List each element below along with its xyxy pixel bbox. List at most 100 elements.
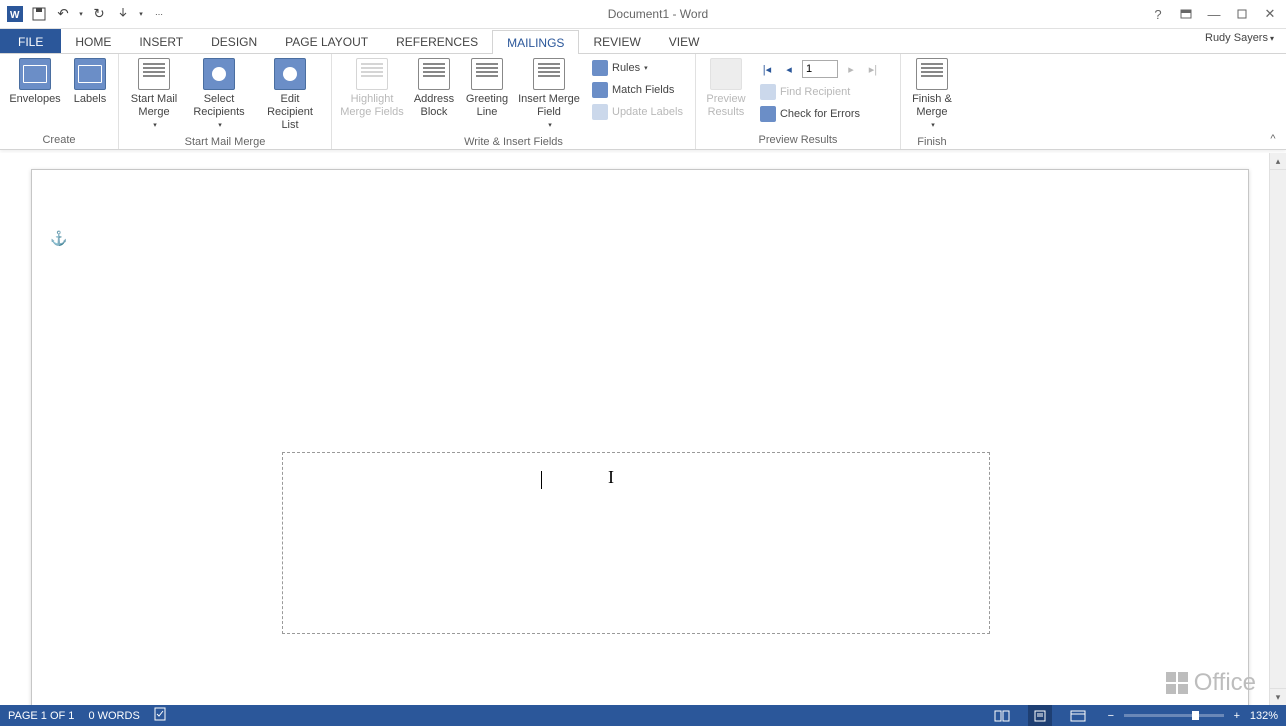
edit-recipient-list-button[interactable]: Edit Recipient List <box>255 56 325 134</box>
check-errors-icon <box>760 106 776 122</box>
highlight-label: Highlight Merge Fields <box>340 93 404 119</box>
address-block-label: Address Block <box>414 93 454 119</box>
chevron-down-icon: ▾ <box>218 119 222 132</box>
undo-icon[interactable]: ↶ <box>52 3 74 25</box>
start-mail-merge-label: Start Mail Merge <box>131 93 177 119</box>
text-cursor <box>541 471 542 489</box>
envelopes-button[interactable]: Envelopes <box>6 56 64 108</box>
rules-label: Rules <box>612 62 640 74</box>
labels-label: Labels <box>74 93 106 106</box>
maximize-icon[interactable] <box>1230 4 1254 24</box>
document-area: ⚓ I ▴ ▾ Office <box>0 153 1286 705</box>
vertical-scrollbar[interactable]: ▴ ▾ <box>1269 153 1286 705</box>
title-bar: W ↶ ▾ ↻ ▾ ⋯ Document1 - Word ? — ✕ <box>0 0 1286 29</box>
word-app-icon[interactable]: W <box>4 3 26 25</box>
group-finish: Finish & Merge▾ Finish <box>901 54 963 149</box>
chevron-down-icon: ▾ <box>153 119 157 132</box>
group-finish-label: Finish <box>907 134 957 151</box>
redo-icon[interactable]: ↻ <box>88 3 110 25</box>
status-bar: PAGE 1 OF 1 0 WORDS − + 132% <box>0 705 1286 726</box>
chevron-down-icon: ▾ <box>931 119 935 132</box>
ribbon-display-icon[interactable] <box>1174 4 1198 24</box>
web-layout-icon[interactable] <box>1066 705 1090 726</box>
user-name: Rudy Sayers <box>1205 32 1268 44</box>
rules-icon <box>592 60 608 76</box>
scroll-up-icon[interactable]: ▴ <box>1270 153 1286 170</box>
next-record-icon: ▸ <box>842 60 860 78</box>
find-recipient-label: Find Recipient <box>780 86 850 98</box>
check-errors-button[interactable]: Check for Errors <box>756 104 892 124</box>
word-count[interactable]: 0 WORDS <box>88 710 139 722</box>
office-logo-icon <box>1166 672 1188 694</box>
tab-insert[interactable]: INSERT <box>125 29 197 53</box>
touch-mode-icon[interactable] <box>112 3 134 25</box>
preview-results-icon <box>710 58 742 90</box>
zoom-slider-knob[interactable] <box>1192 711 1199 720</box>
zoom-control: − + 132% <box>1104 710 1278 722</box>
tab-design[interactable]: DESIGN <box>197 29 271 53</box>
record-number-input[interactable] <box>802 60 838 78</box>
tab-view[interactable]: VIEW <box>655 29 714 53</box>
prev-record-icon[interactable]: ◂ <box>780 60 798 78</box>
read-mode-icon[interactable] <box>990 705 1014 726</box>
save-icon[interactable] <box>28 3 50 25</box>
zoom-slider[interactable] <box>1124 714 1224 717</box>
qat-customize-icon[interactable]: ⋯ <box>148 3 170 25</box>
address-block-button[interactable]: Address Block <box>410 56 458 121</box>
minimize-icon[interactable]: — <box>1202 4 1226 24</box>
qat-dropdown-icon[interactable]: ▾ <box>136 3 146 25</box>
group-start-mail-merge: Start Mail Merge▾ Select Recipients▾ Edi… <box>119 54 332 149</box>
collapse-ribbon-icon[interactable]: ^ <box>1264 133 1282 145</box>
text-box[interactable]: I <box>282 452 990 634</box>
proofing-icon[interactable] <box>154 707 168 724</box>
record-navigation: |◂ ◂ ▸ ▸| <box>756 58 892 80</box>
office-watermark: Office <box>1166 669 1256 697</box>
greeting-line-button[interactable]: Greeting Line <box>462 56 512 121</box>
zoom-out-icon[interactable]: − <box>1104 710 1118 722</box>
highlight-icon <box>356 58 388 90</box>
close-icon[interactable]: ✕ <box>1258 4 1282 24</box>
last-record-icon: ▸| <box>864 60 882 78</box>
match-fields-icon <box>592 82 608 98</box>
labels-icon <box>74 58 106 90</box>
user-badge[interactable]: Rudy Sayers▾ <box>1199 30 1280 46</box>
address-block-icon <box>418 58 450 90</box>
tab-mailings[interactable]: MAILINGS <box>492 30 579 54</box>
group-create-label: Create <box>6 132 112 149</box>
scroll-down-icon[interactable]: ▾ <box>1270 688 1286 705</box>
tab-page-layout[interactable]: PAGE LAYOUT <box>271 29 382 53</box>
first-record-icon[interactable]: |◂ <box>758 60 776 78</box>
group-preview-label: Preview Results <box>702 132 894 149</box>
chevron-down-icon: ▾ <box>644 64 648 72</box>
tab-home[interactable]: HOME <box>61 29 125 53</box>
match-fields-label: Match Fields <box>612 84 674 96</box>
group-write-label: Write & Insert Fields <box>338 134 689 151</box>
help-icon[interactable]: ? <box>1146 4 1170 24</box>
preview-results-label: Preview Results <box>706 93 745 119</box>
document-page[interactable]: ⚓ I <box>31 169 1249 705</box>
rules-button[interactable]: Rules ▾ <box>588 58 687 78</box>
start-mail-merge-button[interactable]: Start Mail Merge▾ <box>125 56 183 134</box>
group-write-insert-fields: Highlight Merge Fields Address Block Gre… <box>332 54 696 149</box>
ribbon-tabs: FILE HOME INSERT DESIGN PAGE LAYOUT REFE… <box>0 29 1286 54</box>
update-labels-label: Update Labels <box>612 106 683 118</box>
finish-merge-icon <box>916 58 948 90</box>
labels-button[interactable]: Labels <box>68 56 112 108</box>
select-recipients-button[interactable]: Select Recipients▾ <box>187 56 251 134</box>
zoom-percent[interactable]: 132% <box>1250 710 1278 722</box>
insert-merge-field-button[interactable]: Insert Merge Field▾ <box>516 56 582 134</box>
zoom-in-icon[interactable]: + <box>1230 710 1244 722</box>
undo-dropdown-icon[interactable]: ▾ <box>76 3 86 25</box>
print-layout-icon[interactable] <box>1028 705 1052 726</box>
anchor-icon: ⚓ <box>50 230 67 247</box>
svg-text:W: W <box>10 10 20 21</box>
page-count[interactable]: PAGE 1 OF 1 <box>8 710 74 722</box>
finish-merge-button[interactable]: Finish & Merge▾ <box>907 56 957 134</box>
tab-file[interactable]: FILE <box>0 29 61 53</box>
group-preview-results: Preview Results |◂ ◂ ▸ ▸| Find Recipient… <box>696 54 901 149</box>
ribbon: Envelopes Labels Create Start Mail Merge… <box>0 54 1286 150</box>
tab-review[interactable]: REVIEW <box>579 29 654 53</box>
match-fields-button[interactable]: Match Fields <box>588 80 687 100</box>
tab-references[interactable]: REFERENCES <box>382 29 492 53</box>
start-mail-merge-icon <box>138 58 170 90</box>
